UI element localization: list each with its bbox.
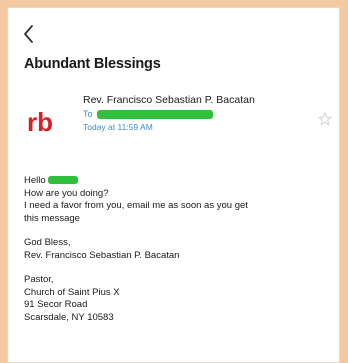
recipient-row: To — [83, 109, 213, 119]
body-line: How are you doing? — [24, 187, 109, 199]
to-label: To — [83, 109, 93, 119]
back-chevron-icon[interactable] — [22, 24, 36, 44]
email-timestamp: Today at 11:59 AM — [83, 122, 153, 132]
email-body: Hello How are you doing? I need a favor … — [24, 175, 329, 336]
signature-name: Rev. Francisco Sebastian P. Bacatan — [24, 249, 180, 261]
redacted-recipient — [96, 109, 213, 119]
address-line: 91 Secor Road — [24, 299, 88, 310]
address-block: Pastor, Church of Saint Pius X 91 Secor … — [24, 274, 329, 324]
star-icon[interactable] — [318, 112, 332, 126]
email-subject: Abundant Blessings — [24, 56, 161, 72]
body-line: this message — [24, 212, 80, 224]
message-block: Hello How are you doing? I need a favor … — [24, 175, 329, 225]
signoff: God Bless, — [24, 237, 71, 248]
greeting-line: Hello — [24, 175, 329, 188]
avatar-text: rb — [27, 107, 53, 137]
address-line: Church of Saint Pius X — [24, 286, 120, 298]
greeting: Hello — [24, 175, 46, 186]
signature-block: God Bless, Rev. Francisco Sebastian P. B… — [24, 237, 329, 262]
email-view: Abundant Blessings rb Rev. Francisco Seb… — [7, 7, 340, 363]
redacted-name — [48, 176, 79, 185]
sender-name[interactable]: Rev. Francisco Sebastian P. Bacatan — [83, 94, 255, 106]
address-line: Scarsdale, NY 10583 — [24, 311, 114, 323]
pastor-title: Pastor, — [24, 274, 54, 285]
sender-avatar-logo: rb — [27, 107, 53, 137]
body-line: I need a favor from you, email me as soo… — [24, 200, 248, 211]
